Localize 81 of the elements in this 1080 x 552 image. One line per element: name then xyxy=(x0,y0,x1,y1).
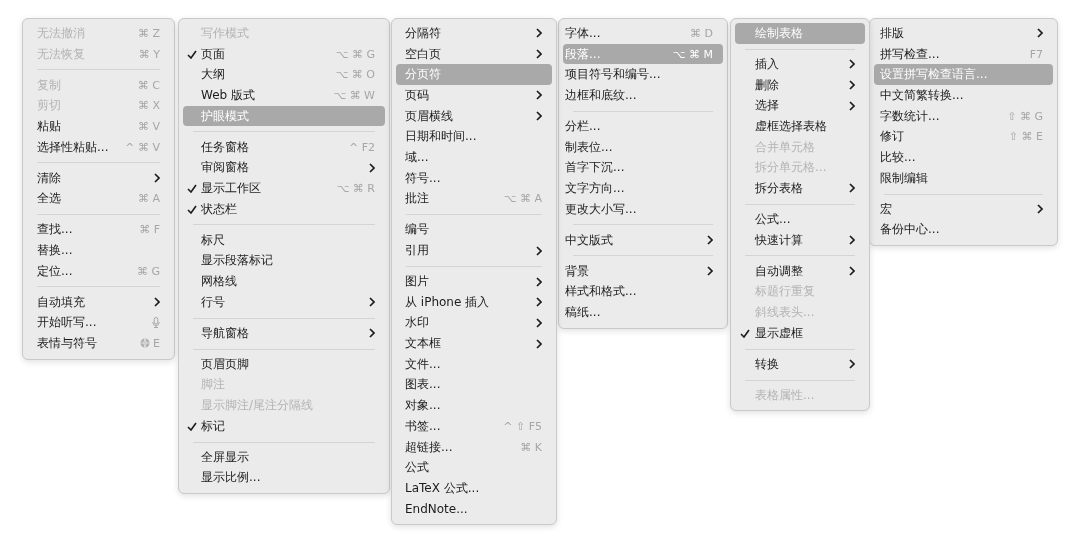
menu-item[interactable]: 字数统计... ⇧ ⌘ G xyxy=(874,105,1053,127)
menu-item[interactable]: 行号 xyxy=(183,291,385,313)
menu-item[interactable]: 文本框 xyxy=(396,333,552,354)
menu-item[interactable]: 全选 ⌘ A xyxy=(27,188,170,210)
menu-item[interactable]: 边框和底纹... xyxy=(563,85,723,106)
menu-item[interactable]: 显示比例... xyxy=(183,467,385,489)
menu-item[interactable]: 表情与符号 E xyxy=(27,333,170,354)
menu-item[interactable]: 网格线 xyxy=(183,271,385,292)
menu-item[interactable]: 全屏显示 xyxy=(183,446,385,468)
menu-item[interactable]: 页码 xyxy=(396,85,552,106)
menu-item[interactable]: 空白页 xyxy=(396,43,552,65)
menu-item[interactable]: 查找... ⌘ F xyxy=(27,219,170,241)
menu-item[interactable]: 导航窗格 xyxy=(183,322,385,344)
menu-item[interactable]: 公式... xyxy=(735,209,865,230)
menu-item[interactable]: 拆分表格 xyxy=(735,178,865,199)
menu-item[interactable]: 显示段落标记 xyxy=(183,250,385,272)
menu-item[interactable]: 字体... ⌘ D xyxy=(563,23,723,44)
menu-item[interactable]: 开始听写... xyxy=(27,312,170,334)
menu-item[interactable]: 图片 xyxy=(396,271,552,292)
menu-item[interactable]: 自动调整 xyxy=(735,260,865,282)
menu-item[interactable]: 标尺 xyxy=(183,229,385,251)
menu-item[interactable]: 首字下沉... xyxy=(563,157,723,179)
menu-item[interactable]: 图表... xyxy=(396,374,552,396)
menu-item[interactable]: 符号... xyxy=(396,167,552,189)
menu-item[interactable]: 修订 ⇧ ⌘ E xyxy=(874,126,1053,148)
menu-item[interactable]: 从 iPhone 插入 xyxy=(396,291,552,313)
menu-item[interactable]: 排版 xyxy=(874,23,1053,44)
menu-item[interactable]: 任务窗格 ^ F2 xyxy=(183,136,385,158)
menu-item[interactable]: 稿纸... xyxy=(563,302,723,323)
menu-item[interactable]: 删除 xyxy=(735,74,865,96)
menu-item[interactable]: 中文简繁转换... xyxy=(874,85,1053,106)
menu-item[interactable]: 选择性粘贴... ^ ⌘ V xyxy=(27,136,170,158)
menu-item[interactable]: 背景 xyxy=(563,260,723,282)
menu-item[interactable]: Web 版式 ⌥ ⌘ W xyxy=(183,85,385,106)
menu-item[interactable]: 定位... ⌘ G xyxy=(27,260,170,282)
menu-item[interactable]: 虚框选择表格 xyxy=(735,116,865,137)
menu-item[interactable]: 页眉横线 xyxy=(396,105,552,127)
menu-item[interactable]: 转换 xyxy=(735,353,865,375)
menu-item[interactable]: 分隔符 xyxy=(396,23,552,44)
menu-item[interactable]: 审阅窗格 xyxy=(183,157,385,179)
menu-item[interactable]: 比较... xyxy=(874,147,1053,168)
menu-item[interactable]: 编号 xyxy=(396,219,552,241)
menu-item[interactable]: 拼写检查... F7 xyxy=(874,43,1053,65)
menu-item[interactable]: 域... xyxy=(396,147,552,168)
menu-item[interactable]: 更改大小写... xyxy=(563,198,723,220)
globe-icon xyxy=(140,338,151,349)
menu-item[interactable]: 替换... xyxy=(27,240,170,261)
menu-item[interactable]: 页面 ⌥ ⌘ G xyxy=(183,43,385,65)
menu-item[interactable]: 宏 xyxy=(874,198,1053,220)
menu-item[interactable]: 文字方向... xyxy=(563,178,723,199)
menu-item[interactable]: 中文版式 xyxy=(563,229,723,251)
menu-item[interactable]: 对象... xyxy=(396,395,552,416)
menu-item[interactable]: 引用 xyxy=(396,240,552,261)
menu-item[interactable]: 制表位... xyxy=(563,136,723,158)
menu-item[interactable]: 页眉页脚 xyxy=(183,353,385,375)
menu-item[interactable]: 插入 xyxy=(735,54,865,75)
menu-item[interactable]: 粘贴 ⌘ V xyxy=(27,116,170,137)
microphone-icon xyxy=(152,317,160,329)
menu-item[interactable]: 自动填充 xyxy=(27,291,170,313)
menu-item[interactable]: 大纲 ⌥ ⌘ O xyxy=(183,64,385,86)
menu-item[interactable]: 显示工作区 ⌥ ⌘ R xyxy=(183,178,385,199)
menu-item[interactable]: 文件... xyxy=(396,353,552,375)
menu-item[interactable]: 公式 xyxy=(396,457,552,479)
menu-item[interactable]: 限制编辑 xyxy=(874,167,1053,189)
menu-item[interactable]: 标记 xyxy=(183,415,385,437)
menu-item[interactable]: 项目符号和编号... xyxy=(563,64,723,86)
menu-item[interactable]: 水印 xyxy=(396,312,552,334)
menu-item[interactable]: 样式和格式... xyxy=(563,281,723,303)
menu-item[interactable]: 备份中心... xyxy=(874,219,1053,241)
menu-item[interactable]: 书签... ^ ⇧ F5 xyxy=(396,415,552,437)
menu-item[interactable]: 超链接... ⌘ K xyxy=(396,436,552,458)
menu-item[interactable]: 日期和时间... xyxy=(396,126,552,148)
menu-item[interactable]: LaTeX 公式... xyxy=(396,478,552,499)
menu-item[interactable]: 批注 ⌥ ⌘ A xyxy=(396,188,552,210)
menu-item[interactable]: 状态栏 xyxy=(183,198,385,220)
menu-item[interactable]: 分栏... xyxy=(563,116,723,137)
menu-item[interactable]: 显示虚框 xyxy=(735,322,865,344)
menu-item[interactable]: EndNote... xyxy=(396,498,552,520)
menu-item[interactable]: 清除 xyxy=(27,167,170,189)
menu-item[interactable]: 快速计算 xyxy=(735,229,865,251)
menu-item[interactable]: 选择 xyxy=(735,95,865,117)
